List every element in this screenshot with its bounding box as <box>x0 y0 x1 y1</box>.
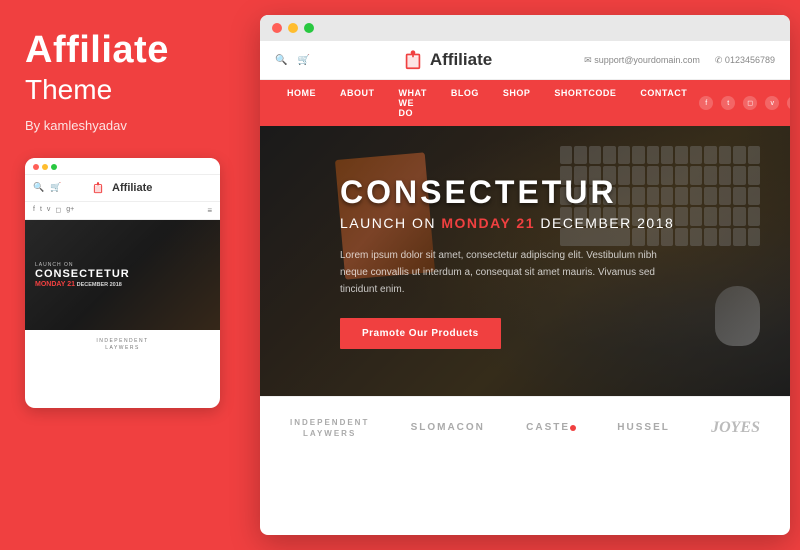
mobile-social-bar: f t v ◻ g+ ≡ <box>25 202 220 220</box>
mobile-mockup: 🔍 🛒 Affiliate f t v ◻ g+ <box>25 158 220 408</box>
nav-contact[interactable]: CONTACT <box>628 80 699 126</box>
nav-shortcode[interactable]: SHORTCODE <box>542 80 628 126</box>
browser-mockup: 🔍 🛒 Affiliate ✉ support@yourdomain.com ✆… <box>260 15 790 535</box>
browser-titlebar <box>260 15 790 41</box>
theme-title: Affiliate <box>25 30 215 72</box>
nav-home[interactable]: HOME <box>275 80 328 126</box>
mobile-header: 🔍 🛒 Affiliate <box>25 175 220 202</box>
mobile-hero-highlight: MONDAY 21 <box>35 281 75 288</box>
brand-dot <box>570 425 576 431</box>
hero-subtitle: LAUNCH ON MONDAY 21 DECEMBER 2018 <box>340 215 740 231</box>
nav-instagram-icon[interactable]: ◻ <box>743 96 757 110</box>
mobile-hero-title: CONSECTETUR <box>35 268 210 280</box>
browser-phone: ✆ 0123456789 <box>715 55 775 66</box>
browser-logo: Affiliate <box>402 49 492 71</box>
browser-header-right: ✉ support@yourdomain.com ✆ 0123456789 <box>584 55 775 66</box>
nav-about[interactable]: ABOUT <box>328 80 387 126</box>
mobile-instagram-icon[interactable]: ◻ <box>55 206 61 214</box>
mobile-header-icons: 🔍 🛒 <box>33 182 61 193</box>
mobile-titlebar <box>25 158 220 175</box>
browser-nav-left: HOME ABOUT WHAT WE DO BLOG SHOP SHORTCOD… <box>275 80 699 126</box>
mobile-vimeo-icon[interactable]: v <box>47 206 51 214</box>
browser-header-left: 🔍 🛒 <box>275 55 310 66</box>
hero-content: CONSECTETUR LAUNCH ON MONDAY 21 DECEMBER… <box>260 126 790 396</box>
nav-what-we-do[interactable]: WHAT WE DO <box>387 80 439 126</box>
hero-subtitle-after: DECEMBER 2018 <box>535 215 674 231</box>
browser-dot-red <box>272 23 282 33</box>
browser-dot-yellow <box>288 23 298 33</box>
mobile-social-icons: f t v ◻ g+ <box>33 206 74 214</box>
hero-description: Lorem ipsum dolor sit amet, consectetur … <box>340 247 670 298</box>
browser-dot-green <box>304 23 314 33</box>
mobile-hero: LAUNCH ON CONSECTETUR MONDAY 21 DECEMBER… <box>25 220 220 330</box>
hero-cta-button[interactable]: Pramote Our Products <box>340 318 501 349</box>
mobile-hero-suffix: DECEMBER 2018 <box>77 282 122 288</box>
brand-casted: CASTE <box>526 421 576 435</box>
brands-section: INDEPENDENTLAYWERS SLOMACON CASTE HUSSEL… <box>260 396 790 459</box>
browser-logo-icon <box>402 49 424 71</box>
browser-search-icon[interactable]: 🔍 <box>275 55 287 66</box>
mobile-google-icon[interactable]: g+ <box>66 206 74 214</box>
brand-slomacon: SLOMACON <box>411 421 485 435</box>
hero-subtitle-highlight: MONDAY 21 <box>441 215 535 231</box>
nav-google-icon[interactable]: g <box>787 96 790 110</box>
mobile-menu-icon[interactable]: ≡ <box>207 206 212 215</box>
mobile-logo: Affiliate <box>91 181 152 195</box>
mobile-facebook-icon[interactable]: f <box>33 206 35 214</box>
mobile-twitter-icon[interactable]: t <box>40 206 42 214</box>
left-panel: Affiliate Theme By kamleshyadav 🔍 🛒 <box>0 0 240 550</box>
hero-subtitle-before: LAUNCH ON <box>340 215 441 231</box>
brand-hussel: HUSSEL <box>617 421 670 435</box>
mobile-hero-content: LAUNCH ON CONSECTETUR MONDAY 21 DECEMBER… <box>35 262 210 288</box>
browser-nav: HOME ABOUT WHAT WE DO BLOG SHOP SHORTCOD… <box>260 80 790 126</box>
browser-email: ✉ support@yourdomain.com <box>584 55 700 66</box>
mobile-dot-green <box>51 164 57 170</box>
mobile-search-icon[interactable]: 🔍 <box>33 182 44 193</box>
browser-header: 🔍 🛒 Affiliate ✉ support@yourdomain.com ✆… <box>260 41 790 80</box>
mobile-dot-red <box>33 164 39 170</box>
mobile-brands: INDEPENDENTLAYWERS <box>25 330 220 360</box>
browser-nav-right: f t ◻ v g <box>699 96 790 110</box>
browser-hero: CONSECTETUR LAUNCH ON MONDAY 21 DECEMBER… <box>260 126 790 396</box>
nav-facebook-icon[interactable]: f <box>699 96 713 110</box>
hero-title: CONSECTETUR <box>340 174 740 211</box>
mobile-cart-icon[interactable]: 🛒 <box>50 182 61 193</box>
mobile-brand-text: INDEPENDENTLAYWERS <box>96 338 148 352</box>
brand-independent: INDEPENDENTLAYWERS <box>290 417 369 439</box>
theme-author: By kamleshyadav <box>25 118 215 133</box>
brand-joyes: Joyes <box>711 417 760 439</box>
nav-vimeo-icon[interactable]: v <box>765 96 779 110</box>
nav-twitter-icon[interactable]: t <box>721 96 735 110</box>
mobile-dot-yellow <box>42 164 48 170</box>
nav-blog[interactable]: BLOG <box>439 80 491 126</box>
browser-logo-text: Affiliate <box>430 50 492 70</box>
mobile-hero-subtitle: MONDAY 21 DECEMBER 2018 <box>35 281 210 288</box>
browser-cart-icon[interactable]: 🛒 <box>297 55 309 66</box>
theme-subtitle: Theme <box>25 74 215 106</box>
nav-shop[interactable]: SHOP <box>491 80 543 126</box>
mobile-logo-icon <box>91 181 105 195</box>
mobile-logo-text: Affiliate <box>112 182 152 194</box>
